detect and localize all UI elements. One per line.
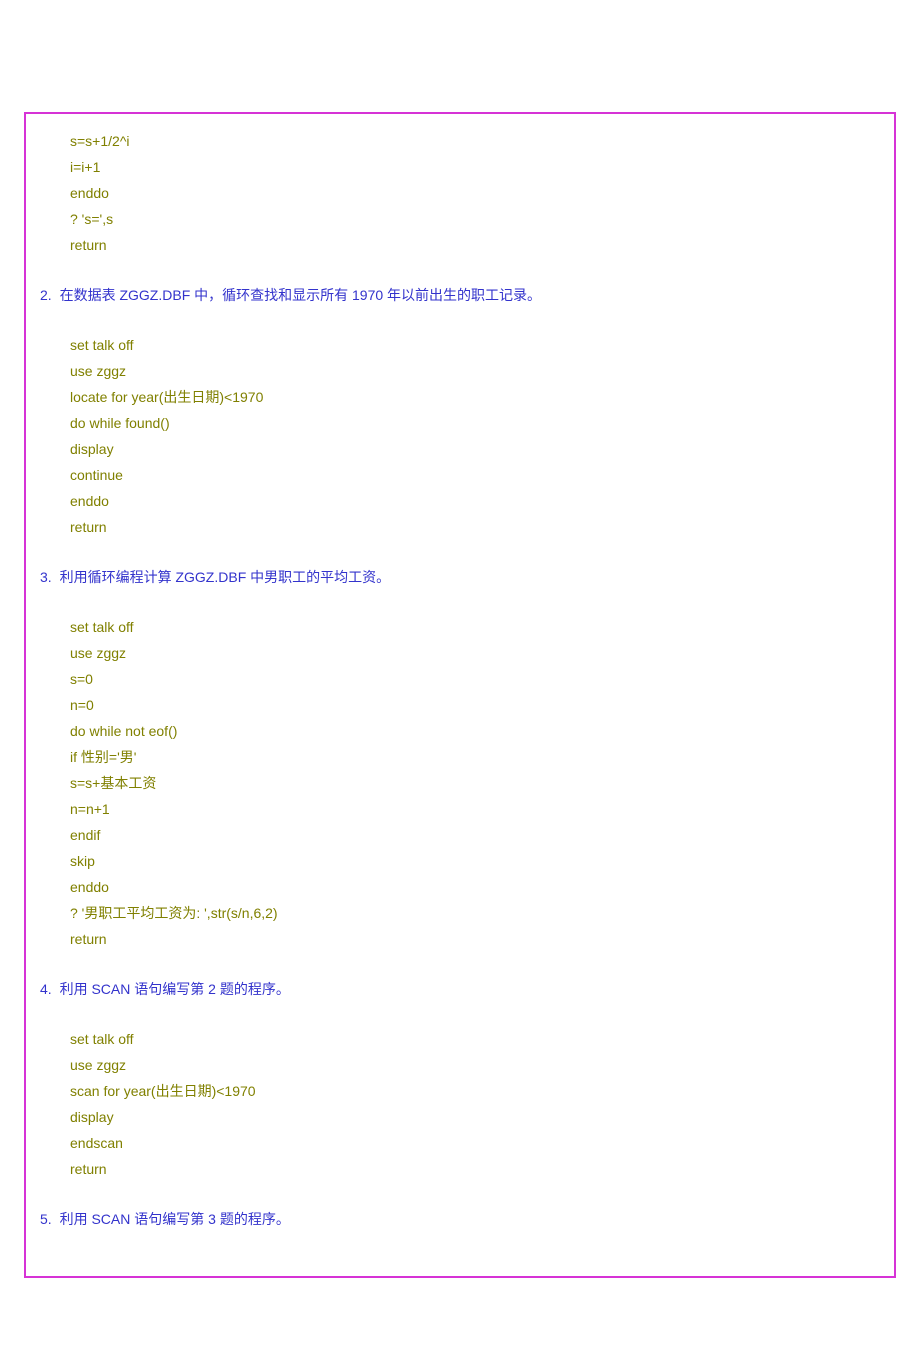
code-block-1: s=s+1/2^i i=i+1 enddo ? 's=',s return bbox=[26, 128, 894, 258]
code-line: display bbox=[26, 436, 894, 462]
heading-2: 2. 在数据表 ZGGZ.DBF 中，循环查找和显示所有 1970 年以前出生的… bbox=[26, 282, 894, 308]
heading-number: 3. bbox=[40, 569, 52, 585]
code-line: enddo bbox=[26, 874, 894, 900]
code-line: s=0 bbox=[26, 666, 894, 692]
code-block-4: set talk off use zggz scan for year(出生日期… bbox=[26, 1026, 894, 1182]
code-line: n=n+1 bbox=[26, 796, 894, 822]
code-line: endscan bbox=[26, 1130, 894, 1156]
code-line: enddo bbox=[26, 180, 894, 206]
code-line: use zggz bbox=[26, 1052, 894, 1078]
heading-number: 4. bbox=[40, 981, 52, 997]
code-line: ? '男职工平均工资为: ',str(s/n,6,2) bbox=[26, 900, 894, 926]
code-line: use zggz bbox=[26, 640, 894, 666]
code-line: set talk off bbox=[26, 332, 894, 358]
code-line: s=s+1/2^i bbox=[26, 128, 894, 154]
heading-text: 在数据表 ZGGZ.DBF 中，循环查找和显示所有 1970 年以前出生的职工记… bbox=[56, 287, 541, 303]
heading-4: 4. 利用 SCAN 语句编写第 2 题的程序。 bbox=[26, 976, 894, 1002]
code-line: use zggz bbox=[26, 358, 894, 384]
code-block-3: set talk off use zggz s=0 n=0 do while n… bbox=[26, 614, 894, 952]
code-line: ? 's=',s bbox=[26, 206, 894, 232]
heading-text: 利用 SCAN 语句编写第 2 题的程序。 bbox=[56, 981, 290, 997]
code-line: return bbox=[26, 1156, 894, 1182]
code-line: do while found() bbox=[26, 410, 894, 436]
document-content: s=s+1/2^i i=i+1 enddo ? 's=',s return 2.… bbox=[26, 114, 894, 1232]
code-line: continue bbox=[26, 462, 894, 488]
heading-3: 3. 利用循环编程计算 ZGGZ.DBF 中男职工的平均工资。 bbox=[26, 564, 894, 590]
code-line: return bbox=[26, 232, 894, 258]
code-line: return bbox=[26, 926, 894, 952]
code-block-2: set talk off use zggz locate for year(出生… bbox=[26, 332, 894, 540]
code-line: s=s+基本工资 bbox=[26, 770, 894, 796]
code-line: endif bbox=[26, 822, 894, 848]
document-page: s=s+1/2^i i=i+1 enddo ? 's=',s return 2.… bbox=[24, 112, 896, 1278]
heading-5: 5. 利用 SCAN 语句编写第 3 题的程序。 bbox=[26, 1206, 894, 1232]
code-line: locate for year(出生日期)<1970 bbox=[26, 384, 894, 410]
code-line: do while not eof() bbox=[26, 718, 894, 744]
code-line: n=0 bbox=[26, 692, 894, 718]
heading-number: 2. bbox=[40, 287, 52, 303]
code-line: return bbox=[26, 514, 894, 540]
heading-text: 利用 SCAN 语句编写第 3 题的程序。 bbox=[56, 1211, 290, 1227]
code-line: set talk off bbox=[26, 1026, 894, 1052]
code-line: display bbox=[26, 1104, 894, 1130]
code-line: if 性别='男' bbox=[26, 744, 894, 770]
code-line: i=i+1 bbox=[26, 154, 894, 180]
code-line: set talk off bbox=[26, 614, 894, 640]
code-line: scan for year(出生日期)<1970 bbox=[26, 1078, 894, 1104]
code-line: skip bbox=[26, 848, 894, 874]
heading-text: 利用循环编程计算 ZGGZ.DBF 中男职工的平均工资。 bbox=[56, 569, 391, 585]
code-line: enddo bbox=[26, 488, 894, 514]
heading-number: 5. bbox=[40, 1211, 52, 1227]
